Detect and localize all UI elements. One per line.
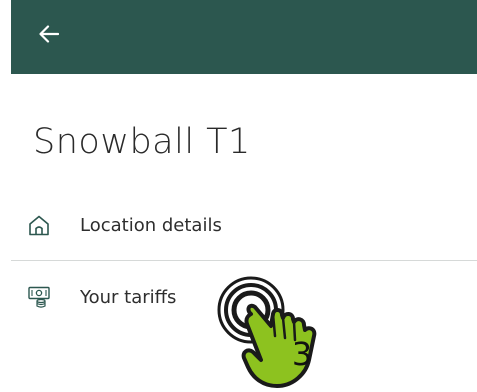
arrow-left-icon [39, 25, 59, 43]
divider [11, 260, 477, 261]
top-app-bar [11, 0, 477, 74]
menu-item-label: Your tariffs [80, 286, 177, 308]
menu-item-your-tariffs[interactable]: Your tariffs [26, 277, 466, 317]
step-number: 3 [291, 335, 313, 373]
menu-item-label: Location details [80, 214, 222, 236]
house-icon [26, 212, 52, 238]
back-button[interactable] [33, 18, 65, 50]
money-icon [26, 284, 52, 310]
page-title: Snowball T1 [33, 122, 251, 162]
app-screen: Snowball T1 Location details Your tariff… [0, 0, 477, 392]
menu-item-location-details[interactable]: Location details [26, 205, 466, 245]
